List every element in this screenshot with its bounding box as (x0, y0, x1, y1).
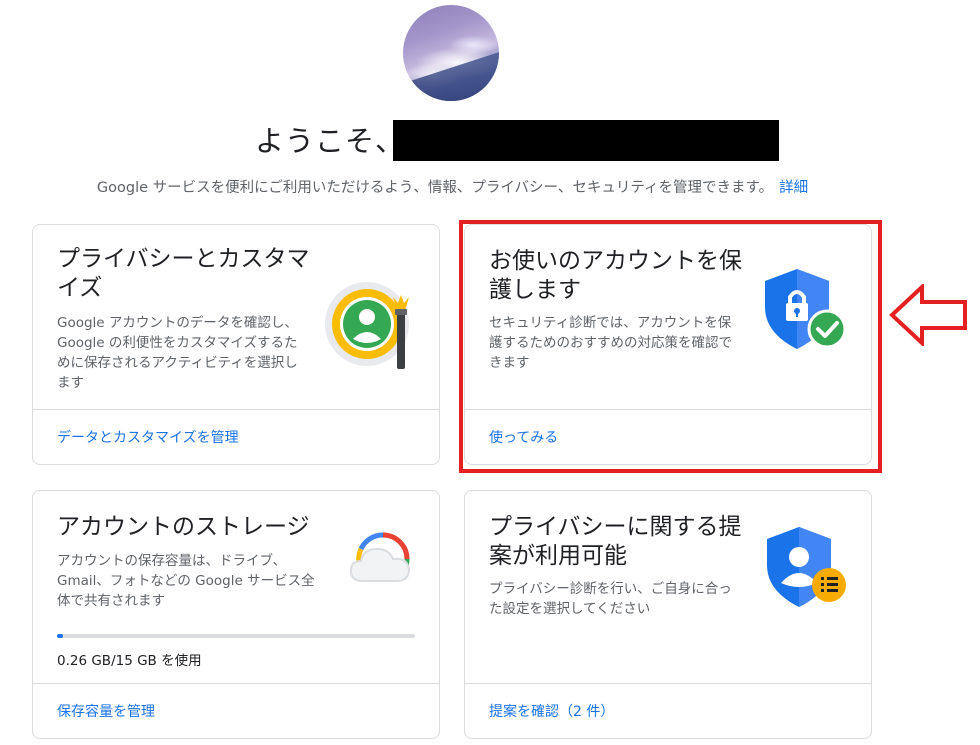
learn-more-link[interactable]: 詳細 (779, 180, 808, 196)
card-description: プライバシー診断を行い、ご自身に合った設定を選択してください (489, 581, 732, 617)
privacy-suggestions-card[interactable]: プライバシーに関する提案が利用可能 プライバシー診断を行い、ご自身に合った設定を… (464, 490, 872, 739)
review-suggestions-link[interactable]: 提案を確認（2 件） (489, 701, 614, 721)
privacy-personalization-icon (325, 282, 409, 369)
card-title: アカウントのストレージ (57, 514, 310, 540)
card-divider (465, 683, 871, 684)
storage-usage-text: 0.26 GB/15 GB を使用 (57, 653, 202, 669)
shield-person-list-icon (767, 527, 846, 607)
page-subtitle: Google サービスを便利にご利用いただけるよう、情報、プライバシー、セキュリ… (0, 176, 905, 197)
card-description: アカウントの保存容量は、ドライブ、Gmail、フォトなどの Google サービ… (57, 553, 315, 609)
manage-data-personalization-link[interactable]: データとカスタマイズを管理 (57, 427, 239, 447)
manage-storage-link[interactable]: 保存容量を管理 (57, 701, 155, 721)
card-title: プライバシーに関する提案が利用可能 (489, 514, 742, 569)
card-divider (33, 683, 439, 684)
profile-avatar[interactable] (403, 5, 499, 101)
annotation-highlight-box (459, 220, 882, 473)
account-storage-card[interactable]: アカウントのストレージ アカウントの保存容量は、ドライブ、Gmail、フォトなど… (32, 490, 440, 739)
storage-usage-bar (57, 634, 415, 638)
redacted-user-name (393, 120, 779, 161)
annotation-arrow-icon (889, 284, 967, 346)
welcome-heading: ようこそ、 (255, 118, 405, 160)
card-description: Google アカウントのデータを確認し、Google の利便性をカスタマイズす… (57, 315, 298, 391)
storage-usage-fill (57, 634, 64, 638)
cloud-storage-icon (349, 532, 411, 582)
welcome-prefix: ようこそ、 (255, 124, 406, 158)
privacy-personalization-card[interactable]: プライバシーとカスタマイズ Google アカウントのデータを確認し、Googl… (32, 224, 440, 465)
card-divider (33, 409, 439, 410)
subtitle-text: Google サービスを便利にご利用いただけるよう、情報、プライバシー、セキュリ… (96, 180, 774, 196)
card-title: プライバシーとカスタマイズ (57, 246, 310, 301)
